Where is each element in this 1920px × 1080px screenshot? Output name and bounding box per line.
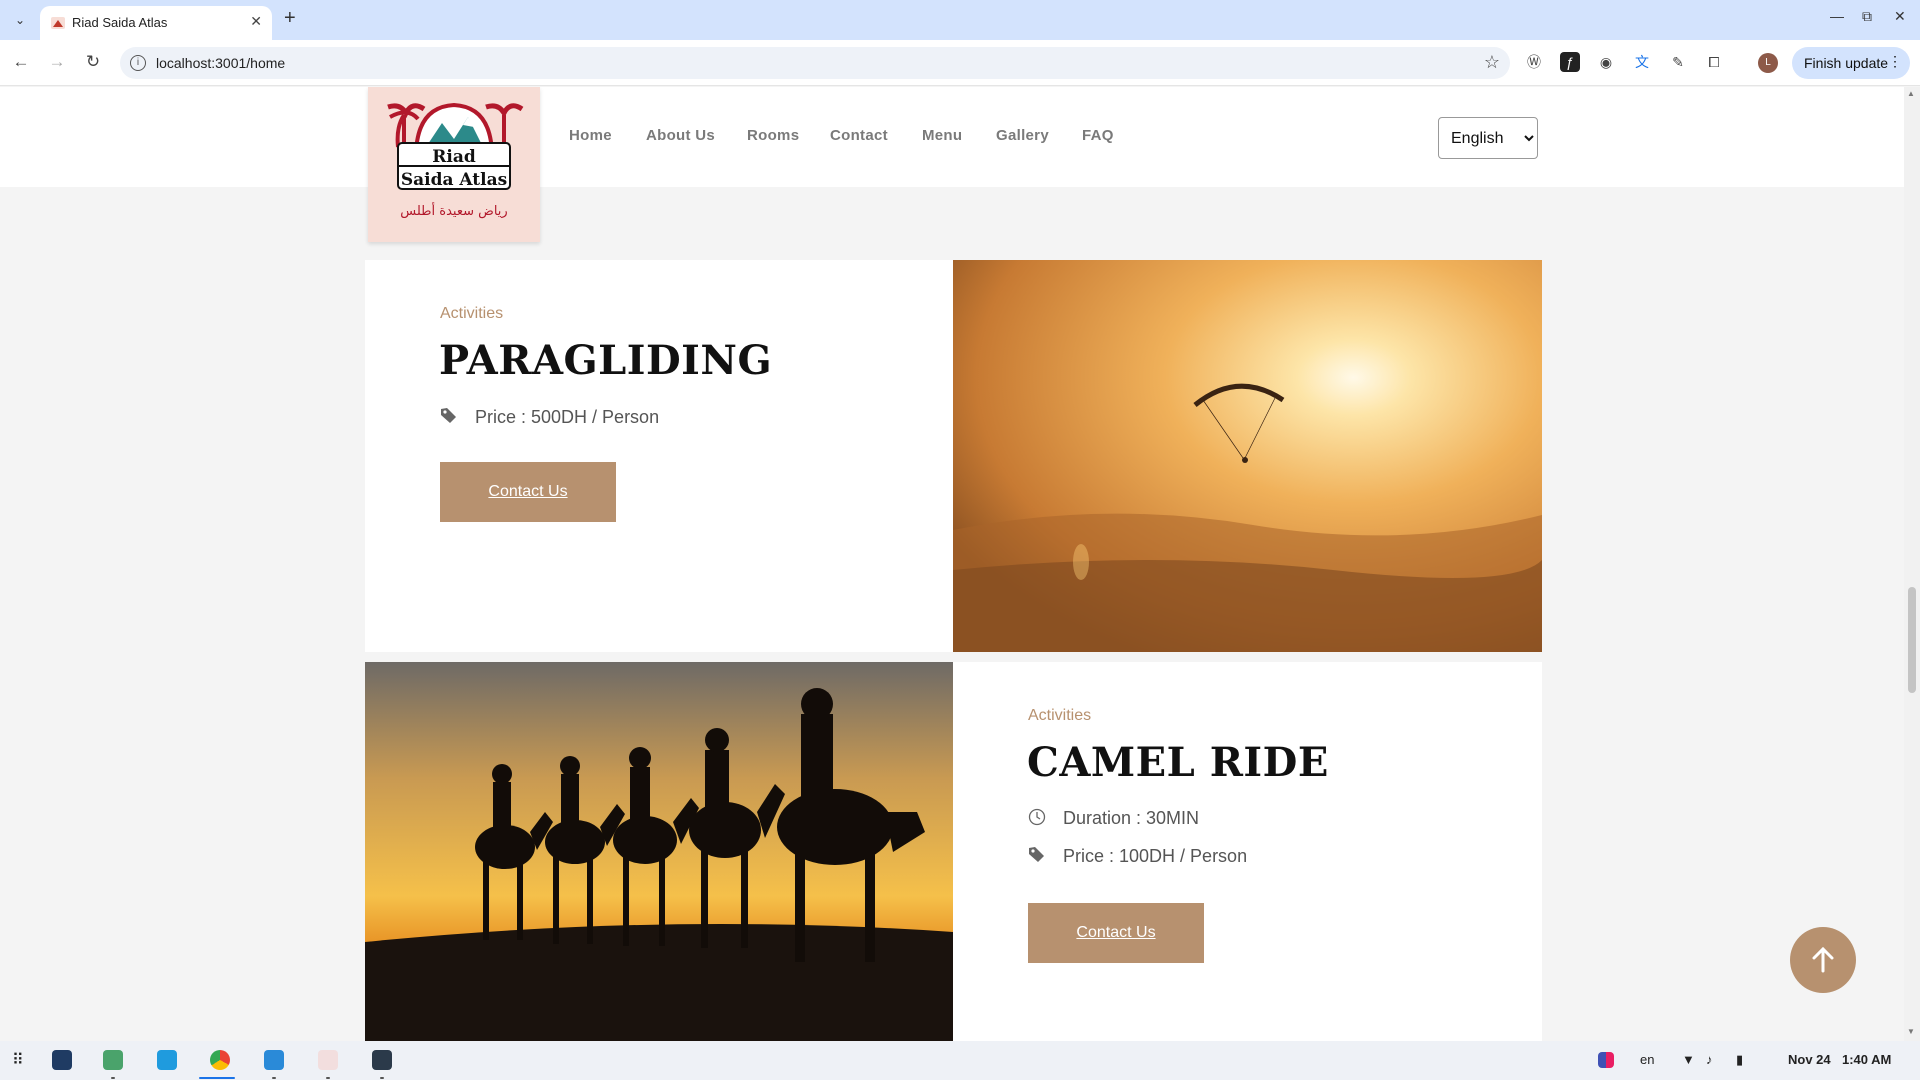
tab-search-icon[interactable]: ⌄ (10, 10, 30, 30)
wifi-icon[interactable]: ▼ (1682, 1052, 1695, 1067)
browser-tab[interactable]: Riad Saida Atlas ✕ (40, 6, 272, 40)
keyboard-language[interactable]: en (1640, 1052, 1654, 1067)
nav-faq[interactable]: FAQ (1082, 127, 1114, 144)
browser-toolbar: ← → ↻ i localhost:3001/home ☆ Ⓦ ƒ ◉ 文 ✎ … (0, 40, 1920, 86)
wordpress-extension-icon[interactable]: Ⓦ (1524, 52, 1544, 72)
store-app-icon[interactable] (157, 1050, 177, 1070)
clock-icon (1028, 808, 1046, 826)
nav-home[interactable]: Home (569, 127, 612, 144)
text-editor-icon[interactable] (318, 1050, 338, 1070)
camel-ride-image (365, 662, 953, 1041)
finish-update-label: Finish update (1804, 55, 1889, 71)
price-tag-icon (1029, 847, 1044, 862)
new-tab-button[interactable]: + (284, 7, 296, 30)
activity-title: CAMEL RIDE (1027, 739, 1329, 786)
running-indicator (380, 1077, 384, 1079)
scroll-to-top-button[interactable] (1790, 927, 1856, 993)
contact-us-button[interactable]: Contact Us (440, 462, 616, 522)
language-select[interactable]: English (1438, 117, 1538, 159)
tab-title: Riad Saida Atlas (72, 15, 168, 30)
activity-title: PARAGLIDING (439, 337, 773, 384)
svg-text:Saida Atlas: Saida Atlas (401, 170, 507, 190)
scrollbar-thumb[interactable] (1908, 587, 1916, 693)
camera-extension-icon[interactable]: ◉ (1596, 52, 1616, 72)
minimize-icon[interactable]: — (1830, 8, 1844, 24)
bookmark-star-icon[interactable]: ☆ (1484, 52, 1500, 73)
activity-duration: Duration : 30MIN (1063, 808, 1200, 828)
activity-category: Activities (440, 305, 504, 322)
volume-icon[interactable]: ♪ (1706, 1052, 1713, 1067)
nav-about-us[interactable]: About Us (646, 127, 715, 144)
chrome-icon[interactable] (210, 1050, 230, 1070)
page-scrollbar[interactable]: ▲ ▼ (1904, 87, 1920, 1041)
more-menu-icon[interactable]: ⋮ (1888, 53, 1902, 70)
eyedropper-extension-icon[interactable]: ✎ (1668, 52, 1688, 72)
scroll-up-arrow-icon[interactable]: ▲ (1907, 89, 1915, 98)
forward-icon[interactable]: → (46, 52, 68, 72)
profile-avatar[interactable]: L (1758, 53, 1778, 73)
vscode-icon[interactable] (264, 1050, 284, 1070)
address-bar[interactable]: i localhost:3001/home ☆ (120, 47, 1510, 79)
tray-app-icon[interactable] (1598, 1052, 1614, 1068)
riad-logo-icon: Riad Saida Atlas رياض سعيدة أطلس (387, 102, 524, 219)
svg-text:Riad: Riad (432, 147, 476, 167)
file-manager-icon[interactable] (103, 1050, 123, 1070)
font-extension-icon[interactable]: ƒ (1560, 52, 1580, 72)
running-indicator (111, 1077, 115, 1079)
tab-close-icon[interactable]: ✕ (250, 13, 262, 30)
arrow-up-icon (1812, 946, 1834, 973)
files-app-icon[interactable] (52, 1050, 72, 1070)
restore-icon[interactable]: ⧉ (1862, 8, 1872, 25)
app-launcher-icon[interactable]: ⠿ (12, 1050, 24, 1070)
reload-icon[interactable]: ↻ (82, 52, 104, 72)
running-indicator (272, 1077, 276, 1079)
site-logo[interactable]: Riad Saida Atlas رياض سعيدة أطلس (368, 87, 540, 242)
close-window-icon[interactable]: ✕ (1894, 8, 1906, 25)
scroll-down-arrow-icon[interactable]: ▼ (1907, 1027, 1915, 1036)
paragliding-image (953, 260, 1542, 652)
activity-price: Price : 500DH / Person (475, 407, 660, 427)
os-taskbar: ⠿ en ▼ ♪ ▮ Nov 24 1:40 AM (0, 1041, 1920, 1080)
browser-tab-bar: ⌄ Riad Saida Atlas ✕ + — ⧉ ✕ (0, 0, 1920, 40)
contact-us-button[interactable]: Contact Us (1028, 903, 1204, 963)
extensions-puzzle-icon[interactable]: ⧠ (1704, 52, 1724, 72)
battery-icon[interactable]: ▮ (1736, 1052, 1743, 1068)
activity-price: Price : 100DH / Person (1063, 846, 1248, 866)
time-display[interactable]: 1:40 AM (1842, 1052, 1891, 1067)
price-tag-icon (441, 408, 456, 423)
date-display[interactable]: Nov 24 (1788, 1052, 1831, 1067)
active-indicator (199, 1077, 235, 1079)
finish-update-button[interactable]: Finish update ⋮ (1792, 47, 1910, 79)
back-icon[interactable]: ← (10, 52, 32, 72)
activity-category: Activities (1028, 707, 1092, 724)
site-info-icon[interactable]: i (130, 55, 146, 71)
running-indicator (326, 1077, 330, 1079)
nav-gallery[interactable]: Gallery (996, 127, 1049, 144)
nav-menu[interactable]: Menu (922, 127, 962, 144)
address-url[interactable]: localhost:3001/home (156, 55, 285, 71)
nav-contact[interactable]: Contact (830, 127, 888, 144)
site-favicon-icon (51, 17, 65, 29)
translate-extension-icon[interactable]: 文 (1632, 52, 1652, 72)
page-viewport: Home About Us Rooms Contact Menu Gallery… (0, 87, 1904, 1041)
site-header: Home About Us Rooms Contact Menu Gallery… (0, 87, 1904, 187)
nav-rooms[interactable]: Rooms (747, 127, 799, 144)
terminal-icon[interactable] (372, 1050, 392, 1070)
svg-text:رياض سعيدة أطلس: رياض سعيدة أطلس (400, 202, 507, 219)
